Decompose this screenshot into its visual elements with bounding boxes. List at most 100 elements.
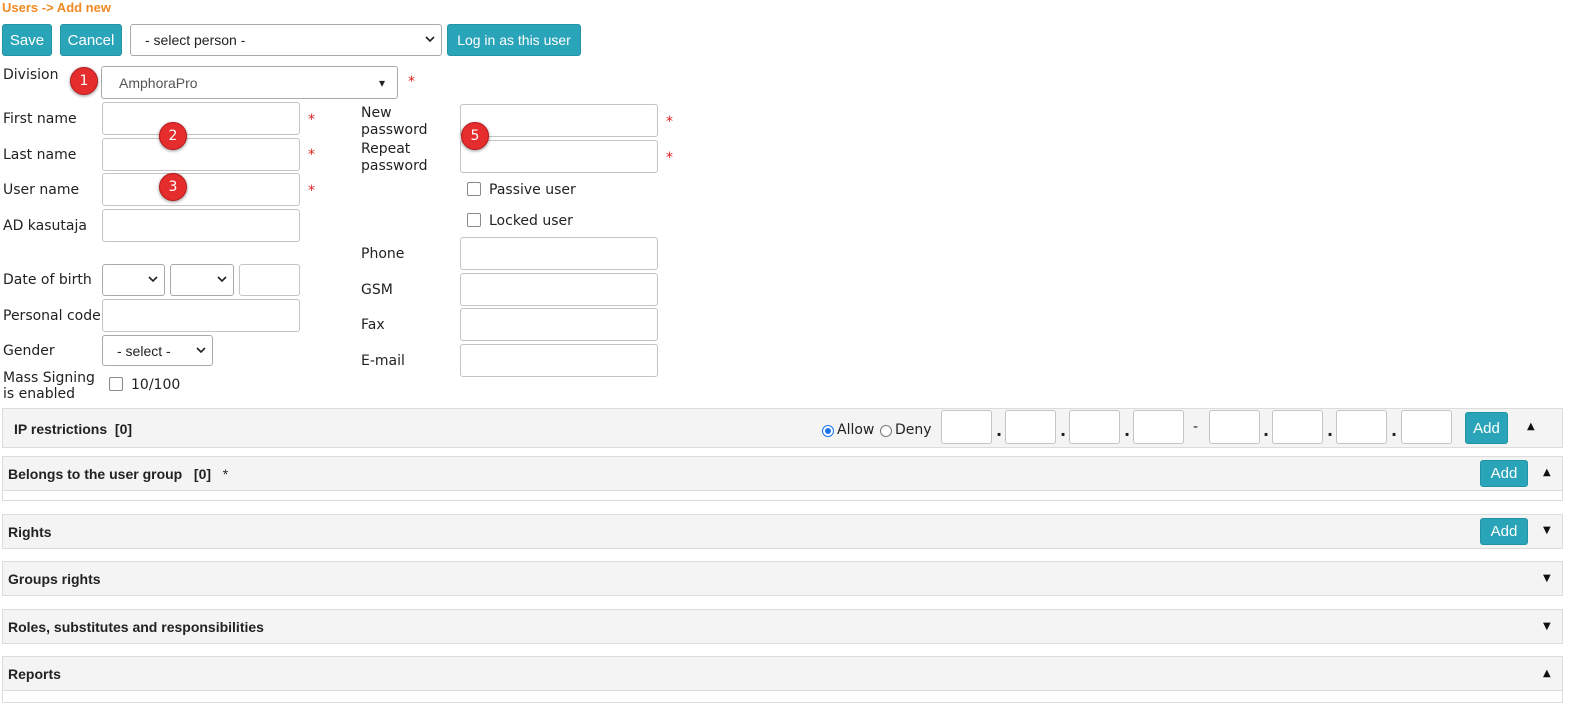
ip-dot: . <box>1060 421 1067 440</box>
chevron-down-icon <box>217 274 227 286</box>
reports-panel-body <box>2 691 1563 703</box>
ip-range-separator: - <box>1193 419 1199 435</box>
annotation-badge-2: 2 <box>159 122 187 150</box>
dropdown-arrow-icon: ▾ <box>378 75 385 90</box>
new-password-required-mark: * <box>666 114 673 130</box>
last-name-input[interactable] <box>102 138 300 171</box>
expand-icon[interactable]: ▼ <box>1543 525 1551 536</box>
phone-label: Phone <box>361 246 405 262</box>
groups-rights-title: Groups rights <box>8 571 101 587</box>
groups-rights-panel[interactable]: Groups rights <box>2 561 1563 596</box>
repeat-password-required-mark: * <box>666 150 673 166</box>
chevron-down-icon <box>148 274 158 286</box>
repeat-password-label-line1: Repeat <box>361 141 411 157</box>
last-name-label: Last name <box>3 147 77 163</box>
user-group-panel-body <box>2 491 1563 501</box>
dob-year-input[interactable] <box>239 264 300 296</box>
personal-code-input[interactable] <box>102 299 300 332</box>
division-required-mark: * <box>408 74 415 90</box>
email-label: E-mail <box>361 353 405 369</box>
collapse-icon[interactable]: ▲ <box>1543 668 1551 679</box>
roles-panel[interactable]: Roles, substitutes and responsibilities <box>2 609 1563 644</box>
phone-input[interactable] <box>460 237 658 270</box>
first-name-label: First name <box>3 111 77 127</box>
ip-from-octet-4[interactable] <box>1133 410 1184 444</box>
user-name-input[interactable] <box>102 173 300 206</box>
person-select[interactable]: - select person - <box>130 24 442 56</box>
fax-input[interactable] <box>460 308 658 341</box>
reports-panel[interactable]: Reports <box>2 656 1563 691</box>
user-name-label: User name <box>3 182 80 198</box>
ip-from-octet-3[interactable] <box>1069 410 1120 444</box>
annotation-badge-1: 1 <box>70 67 98 95</box>
ip-to-octet-1[interactable] <box>1209 410 1260 444</box>
gender-select[interactable]: - select - <box>102 335 213 366</box>
ip-restrictions-title: IP restrictions [0] <box>14 421 133 437</box>
ip-dot: . <box>1391 421 1398 440</box>
locked-user-checkbox[interactable] <box>467 213 481 227</box>
ip-from-octet-1[interactable] <box>941 410 992 444</box>
ip-dot: . <box>1263 421 1270 440</box>
fax-label: Fax <box>361 317 385 333</box>
first-name-input[interactable] <box>102 102 300 135</box>
personal-code-label: Personal code <box>3 308 101 324</box>
ad-user-label: AD kasutaja <box>3 218 87 234</box>
reports-title: Reports <box>8 666 61 682</box>
division-select[interactable]: AmphoraPro ▾ <box>101 66 398 99</box>
ip-dot: . <box>996 421 1003 440</box>
ip-from-octet-2[interactable] <box>1005 410 1056 444</box>
collapse-icon[interactable]: ▲ <box>1543 467 1551 478</box>
collapse-icon[interactable]: ▲ <box>1527 421 1535 432</box>
expand-icon[interactable]: ▼ <box>1543 573 1551 584</box>
mass-signing-value: 10/100 <box>131 377 181 393</box>
date-of-birth-label: Date of birth <box>3 272 92 288</box>
allow-radio[interactable] <box>822 425 834 437</box>
ad-user-input[interactable] <box>102 209 300 242</box>
user-group-add-button[interactable]: Add <box>1480 460 1528 487</box>
passive-user-checkbox[interactable] <box>467 182 481 196</box>
user-name-required-mark: * <box>308 183 315 199</box>
rights-add-button[interactable]: Add <box>1480 518 1528 545</box>
save-button[interactable]: Save <box>2 24 52 56</box>
expand-icon[interactable]: ▼ <box>1543 621 1551 632</box>
gender-label: Gender <box>3 343 55 359</box>
new-password-label-line2: password <box>361 122 428 138</box>
chevron-down-icon <box>196 345 206 357</box>
mass-signing-checkbox[interactable] <box>109 377 123 391</box>
user-group-title: Belongs to the user group [0] * <box>8 466 229 482</box>
ip-to-octet-4[interactable] <box>1401 410 1452 444</box>
new-password-label-line1: New <box>361 105 392 121</box>
allow-label: Allow <box>837 422 875 438</box>
dob-month-select[interactable] <box>170 264 234 296</box>
gsm-input[interactable] <box>460 273 658 306</box>
mass-signing-label-line2: is enabled <box>3 386 75 402</box>
repeat-password-input[interactable] <box>460 140 658 173</box>
gender-select-value: - select - <box>117 342 171 359</box>
locked-user-label: Locked user <box>489 213 573 229</box>
deny-label: Deny <box>895 422 932 438</box>
dob-day-select[interactable] <box>102 264 165 296</box>
first-name-required-mark: * <box>308 112 315 128</box>
rights-panel[interactable]: Rights <box>2 514 1563 549</box>
annotation-badge-3: 3 <box>159 173 187 201</box>
chevron-down-icon <box>425 34 435 46</box>
repeat-password-label-line2: password <box>361 158 428 174</box>
ip-dot: . <box>1327 421 1334 440</box>
ip-to-octet-3[interactable] <box>1336 410 1387 444</box>
division-select-value: AmphoraPro <box>119 74 198 91</box>
passive-user-label: Passive user <box>489 182 576 198</box>
log-in-as-user-button[interactable]: Log in as this user <box>447 24 581 56</box>
email-input[interactable] <box>460 344 658 377</box>
mass-signing-label-line1: Mass Signing <box>3 370 95 386</box>
ip-add-button[interactable]: Add <box>1465 412 1508 444</box>
deny-radio[interactable] <box>880 425 892 437</box>
person-select-value: - select person - <box>145 32 246 48</box>
rights-title: Rights <box>8 524 52 540</box>
last-name-required-mark: * <box>308 147 315 163</box>
cancel-button[interactable]: Cancel <box>60 24 122 56</box>
user-group-panel: Belongs to the user group [0] * <box>2 456 1563 491</box>
annotation-badge-5: 5 <box>461 122 489 150</box>
ip-to-octet-2[interactable] <box>1272 410 1323 444</box>
division-label: Division <box>3 67 59 83</box>
new-password-input[interactable] <box>460 104 658 137</box>
